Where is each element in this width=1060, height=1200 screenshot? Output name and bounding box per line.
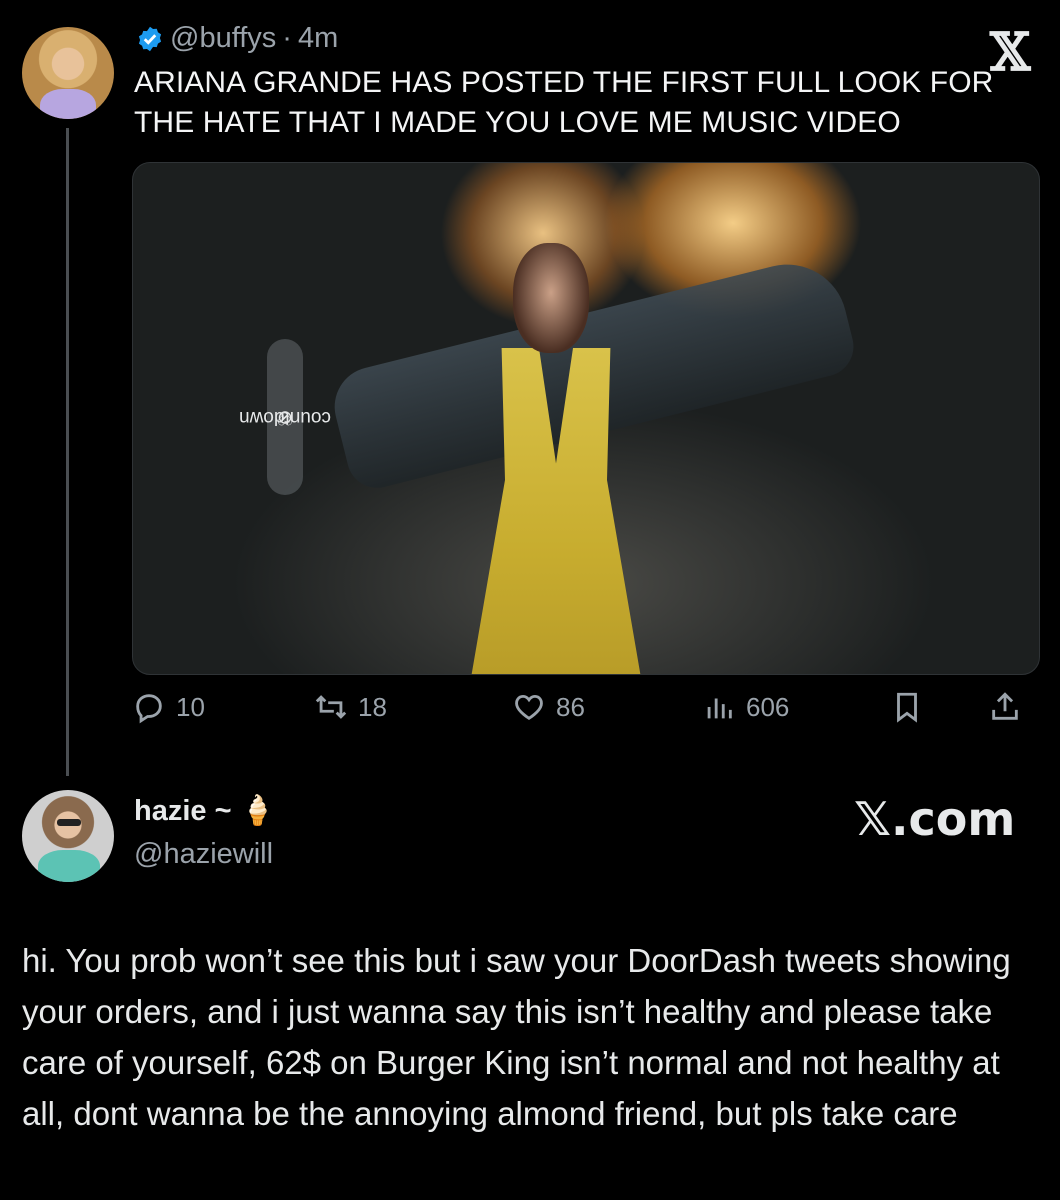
reply-display-name[interactable]: hazie ~ [134, 795, 232, 828]
thread-line [66, 128, 69, 776]
share-button[interactable] [988, 690, 1022, 724]
reply-count: 10 [176, 691, 205, 722]
post-media-image[interactable]: ⊘ countdown ♡ [132, 162, 1040, 675]
views-count: 606 [746, 691, 790, 722]
separator-dot: · [282, 22, 292, 54]
repost-count: 18 [358, 691, 387, 722]
bookmark-button[interactable] [890, 690, 924, 724]
action-bar: 10 18 86 606 [132, 690, 1038, 734]
repost-button[interactable]: 18 [314, 690, 387, 724]
reply-author-avatar[interactable] [22, 790, 114, 882]
countdown-chip: ⊘ countdown ♡ [239, 339, 331, 495]
x-com-watermark: 𝕏.com [854, 792, 1016, 846]
verified-badge-icon [138, 26, 162, 51]
reply-icon [136, 694, 162, 724]
post-time[interactable]: 4m [298, 22, 338, 55]
views-button[interactable]: 606 [702, 690, 789, 724]
reply-text: hi. You prob won’t see this but i saw yo… [22, 942, 1011, 1132]
reply-button[interactable]: 10 [132, 690, 205, 724]
ice-cream-emoji: 🍦 [239, 795, 276, 827]
post-text: ARIANA GRANDE HAS POSTED THE FIRST FULL … [134, 66, 994, 139]
views-icon [707, 698, 732, 719]
share-icon [992, 692, 1018, 720]
bookmark-icon [897, 692, 917, 723]
like-icon [515, 694, 543, 720]
heart-small-icon: ♡ [276, 406, 294, 428]
like-button[interactable]: 86 [512, 690, 585, 724]
reply-author-handle[interactable]: @haziewill [134, 838, 273, 871]
reply-author-name-row[interactable]: hazie ~ 🍦 [134, 794, 276, 828]
author-avatar[interactable] [22, 27, 114, 119]
x-logo-icon: 𝕏 [990, 22, 1031, 83]
post-header: @buffys · 4m [136, 22, 338, 55]
like-count: 86 [556, 691, 585, 722]
author-handle[interactable]: @buffys [170, 22, 276, 55]
repost-icon [315, 695, 347, 719]
figure-head [513, 243, 589, 353]
